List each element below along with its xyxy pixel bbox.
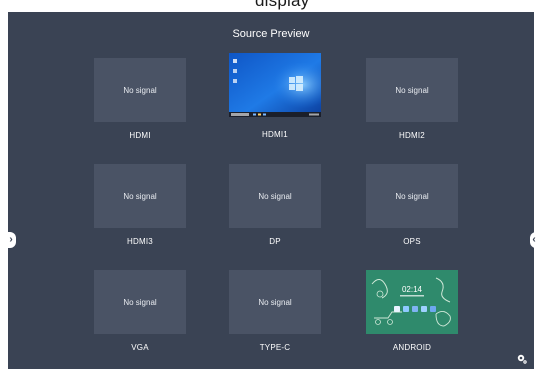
no-signal-text: No signal: [258, 191, 292, 201]
no-signal-text: No signal: [395, 191, 429, 201]
no-signal-text: No signal: [123, 191, 157, 201]
source-label: HDMI2: [399, 131, 425, 140]
source-label: HDMI: [129, 131, 151, 140]
source-label: HDMI1: [262, 130, 288, 139]
source-thumbnail: No signal: [366, 58, 458, 122]
source-card-dp[interactable]: No signal DP: [229, 164, 321, 246]
chevron-left-icon[interactable]: ‹: [530, 232, 538, 248]
source-card-hdmi3[interactable]: No signal HDMI3: [94, 164, 186, 246]
gear-icon[interactable]: [516, 353, 528, 365]
source-label: VGA: [131, 343, 149, 352]
source-card-android[interactable]: 02:14 ANDROID: [366, 270, 458, 352]
android-home-preview: 02:14: [366, 270, 458, 334]
source-preview-screen: Source Preview No signal HDMI HDMI1 No s…: [6, 12, 538, 369]
source-label: HDMI3: [127, 237, 153, 246]
source-label: TYPE-C: [259, 343, 291, 352]
no-signal-text: No signal: [258, 297, 292, 307]
source-thumbnail-windows: [229, 53, 321, 117]
android-clock: 02:14: [402, 285, 423, 294]
source-thumbnail-android: 02:14: [366, 270, 458, 334]
source-label: DP: [269, 237, 281, 246]
source-thumbnail: No signal: [94, 58, 186, 122]
source-card-hdmi2[interactable]: No signal HDMI2: [366, 58, 458, 140]
source-label: ANDROID: [392, 343, 432, 352]
chevron-right-icon[interactable]: ›: [6, 232, 16, 248]
source-thumbnail: No signal: [94, 164, 186, 228]
no-signal-text: No signal: [123, 85, 157, 95]
windows-desktop-preview: [229, 53, 321, 117]
source-thumbnail: No signal: [229, 270, 321, 334]
source-thumbnail: No signal: [366, 164, 458, 228]
top-strip: display: [0, 0, 539, 12]
source-card-ops[interactable]: No signal OPS: [366, 164, 458, 246]
source-card-type-c[interactable]: No signal TYPE-C: [229, 270, 321, 352]
source-thumbnail: No signal: [229, 164, 321, 228]
source-label: OPS: [403, 237, 421, 246]
source-card-hdmi[interactable]: No signal HDMI: [94, 58, 186, 140]
source-card-hdmi1[interactable]: HDMI1: [229, 53, 321, 139]
source-card-vga[interactable]: No signal VGA: [94, 270, 186, 352]
no-signal-text: No signal: [123, 297, 157, 307]
no-signal-text: No signal: [395, 85, 429, 95]
top-strip-text: display: [255, 0, 310, 10]
source-thumbnail: No signal: [94, 270, 186, 334]
page-title: Source Preview: [232, 28, 310, 40]
